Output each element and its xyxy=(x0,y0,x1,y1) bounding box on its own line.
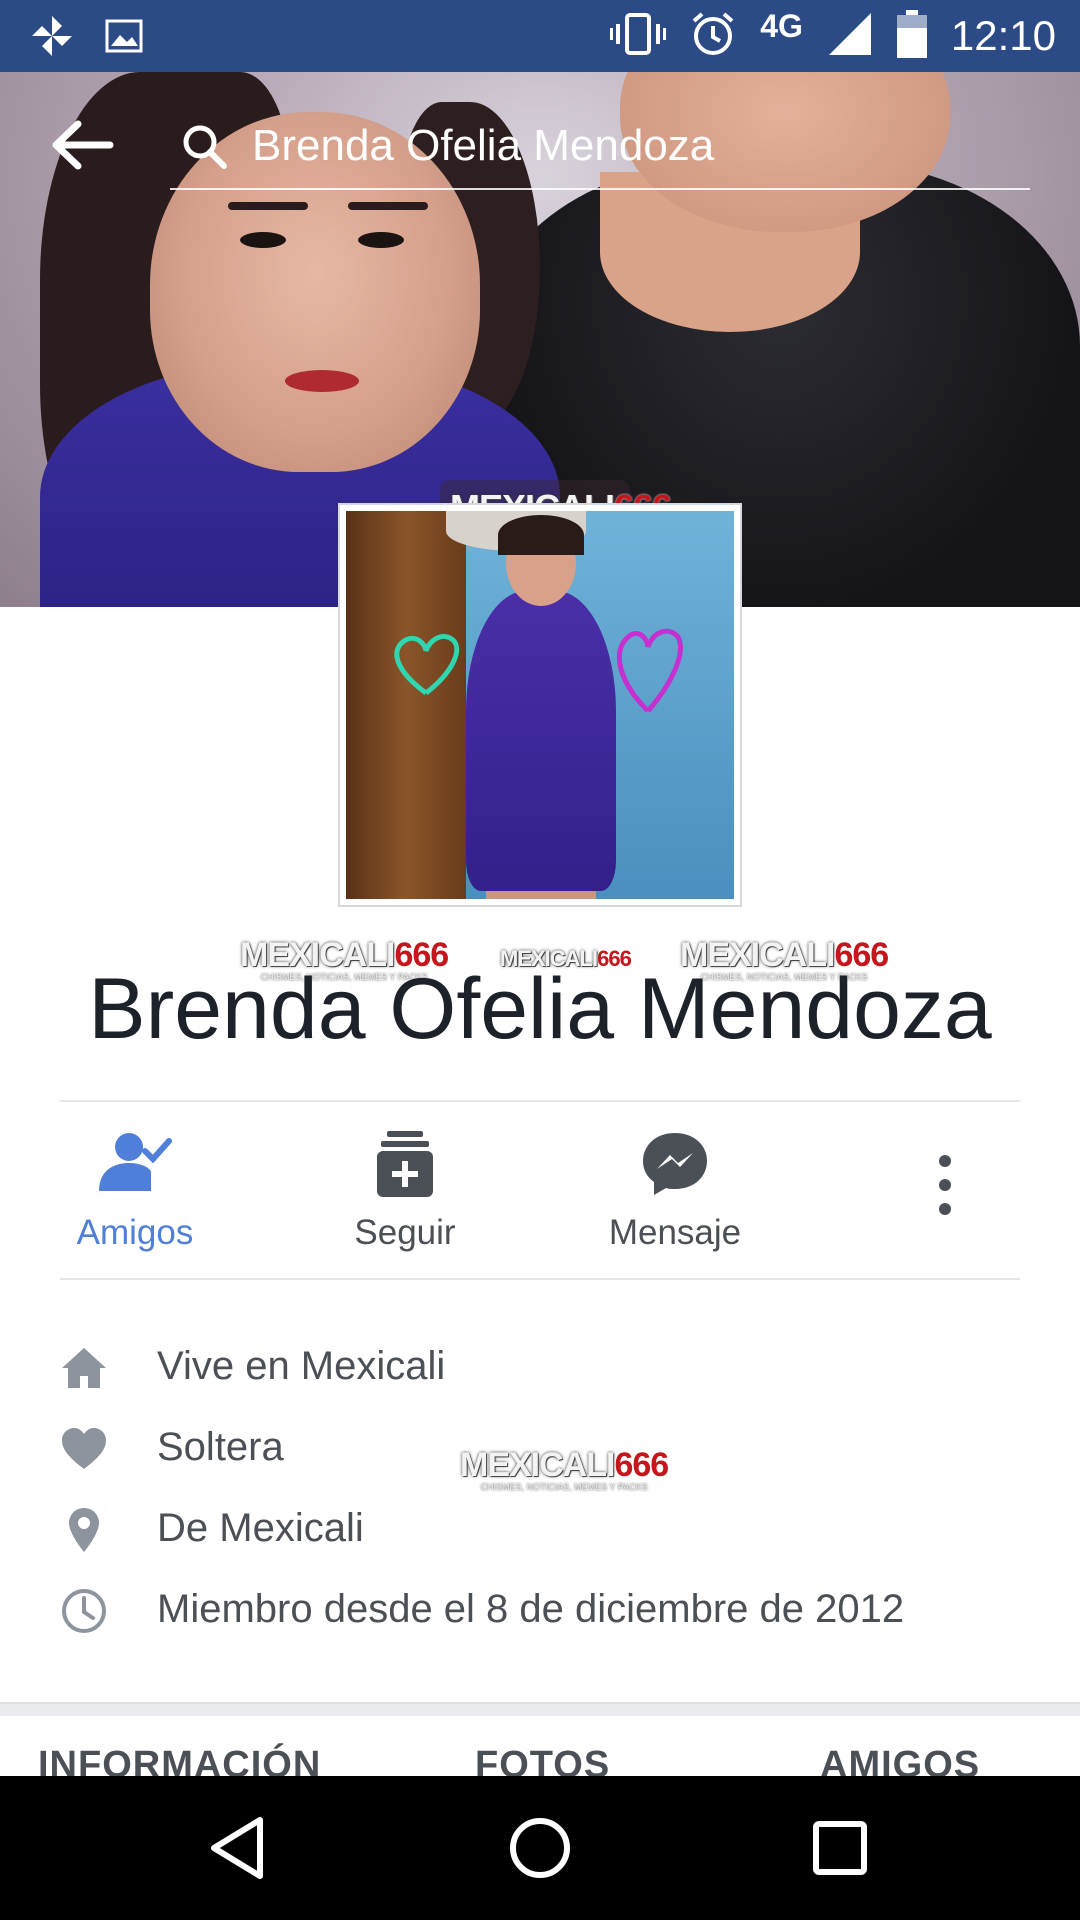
hometown-text: De Mexicali xyxy=(157,1506,364,1550)
more-options-button[interactable] xyxy=(905,1115,985,1275)
alarm-icon xyxy=(690,11,736,62)
cover-eye xyxy=(240,232,286,248)
cover-brow xyxy=(348,202,428,210)
status-bar: 4G 12:10 xyxy=(0,0,1080,72)
heart-icon xyxy=(60,1425,108,1473)
status-bar-right: 4G 12:10 xyxy=(610,0,1056,72)
drawn-heart-icon xyxy=(608,611,688,721)
network-type: 4G xyxy=(760,7,803,44)
member-since-text: Miembro desde el 8 de diciembre de 2012 xyxy=(157,1587,905,1631)
follow-icon xyxy=(365,1129,445,1199)
divider xyxy=(60,1100,1020,1102)
clock-icon xyxy=(60,1587,108,1635)
info-row-member-since: Miembro desde el 8 de diciembre de 2012 xyxy=(0,1573,1080,1654)
nav-home-icon[interactable] xyxy=(504,1812,576,1884)
cover-lips xyxy=(285,370,359,392)
home-icon xyxy=(60,1344,108,1392)
search-input[interactable] xyxy=(252,116,1012,176)
tab-friends[interactable]: AMIGOS xyxy=(820,1744,980,1776)
pinwheel-icon xyxy=(30,14,74,63)
nav-recents-icon[interactable] xyxy=(804,1812,876,1884)
profile-picture-image xyxy=(346,511,734,899)
profile-picture[interactable] xyxy=(338,503,742,907)
watermark-logo: MEXICALI666 CHISMES, NOTICIAS, MEMES Y P… xyxy=(460,1446,669,1492)
friends-label: Amigos xyxy=(76,1213,194,1252)
photo-person-hair xyxy=(498,515,584,555)
signal-icon xyxy=(827,11,873,62)
battery-icon xyxy=(896,9,927,63)
divider xyxy=(60,1278,1020,1280)
status-bar-left xyxy=(30,14,144,63)
search-icon xyxy=(180,122,228,170)
info-row-hometown: De Mexicali xyxy=(0,1492,1080,1573)
back-arrow-icon[interactable] xyxy=(50,120,114,170)
search-field[interactable] xyxy=(170,110,1030,190)
cover-brow xyxy=(228,202,308,210)
info-row-residence: Vive en Mexicali xyxy=(0,1330,1080,1411)
friends-check-icon xyxy=(95,1129,175,1199)
messenger-icon xyxy=(635,1129,715,1199)
profile-info-list: Vive en Mexicali Soltera De Mexicali Mie… xyxy=(0,1330,1080,1654)
message-button[interactable]: Mensaje xyxy=(565,1115,785,1275)
tab-photos[interactable]: FOTOS xyxy=(475,1744,610,1776)
nav-back-icon[interactable] xyxy=(204,1812,276,1884)
follow-label: Seguir xyxy=(354,1213,456,1252)
photo-door xyxy=(346,511,466,899)
image-icon xyxy=(104,16,144,61)
profile-screen: 4G 12:10 MEXICALI666 CHISMES, NOTICIAS, … xyxy=(0,0,1080,1920)
profile-name: Brenda Ofelia Mendoza xyxy=(88,961,992,1057)
cover-eye xyxy=(358,232,404,248)
friends-button[interactable]: Amigos xyxy=(25,1115,245,1275)
follow-button[interactable]: Seguir xyxy=(295,1115,515,1275)
top-search-bar xyxy=(0,72,1080,202)
relationship-text: Soltera xyxy=(157,1425,284,1469)
photo-person-dress xyxy=(466,591,616,891)
message-label: Mensaje xyxy=(608,1213,742,1252)
residence-text: Vive en Mexicali xyxy=(157,1344,446,1388)
drawn-heart-icon xyxy=(386,621,466,701)
vibrate-icon xyxy=(610,12,667,61)
more-vertical-icon xyxy=(905,1155,985,1225)
location-pin-icon xyxy=(60,1506,108,1554)
clock-time: 12:10 xyxy=(950,12,1056,59)
profile-actions: Amigos Seguir Mensaje xyxy=(0,1115,1080,1275)
profile-tabs: INFORMACIÓN FOTOS AMIGOS xyxy=(0,1716,1080,1776)
tab-information[interactable]: INFORMACIÓN xyxy=(38,1744,321,1776)
navigation-bar xyxy=(0,1776,1080,1920)
